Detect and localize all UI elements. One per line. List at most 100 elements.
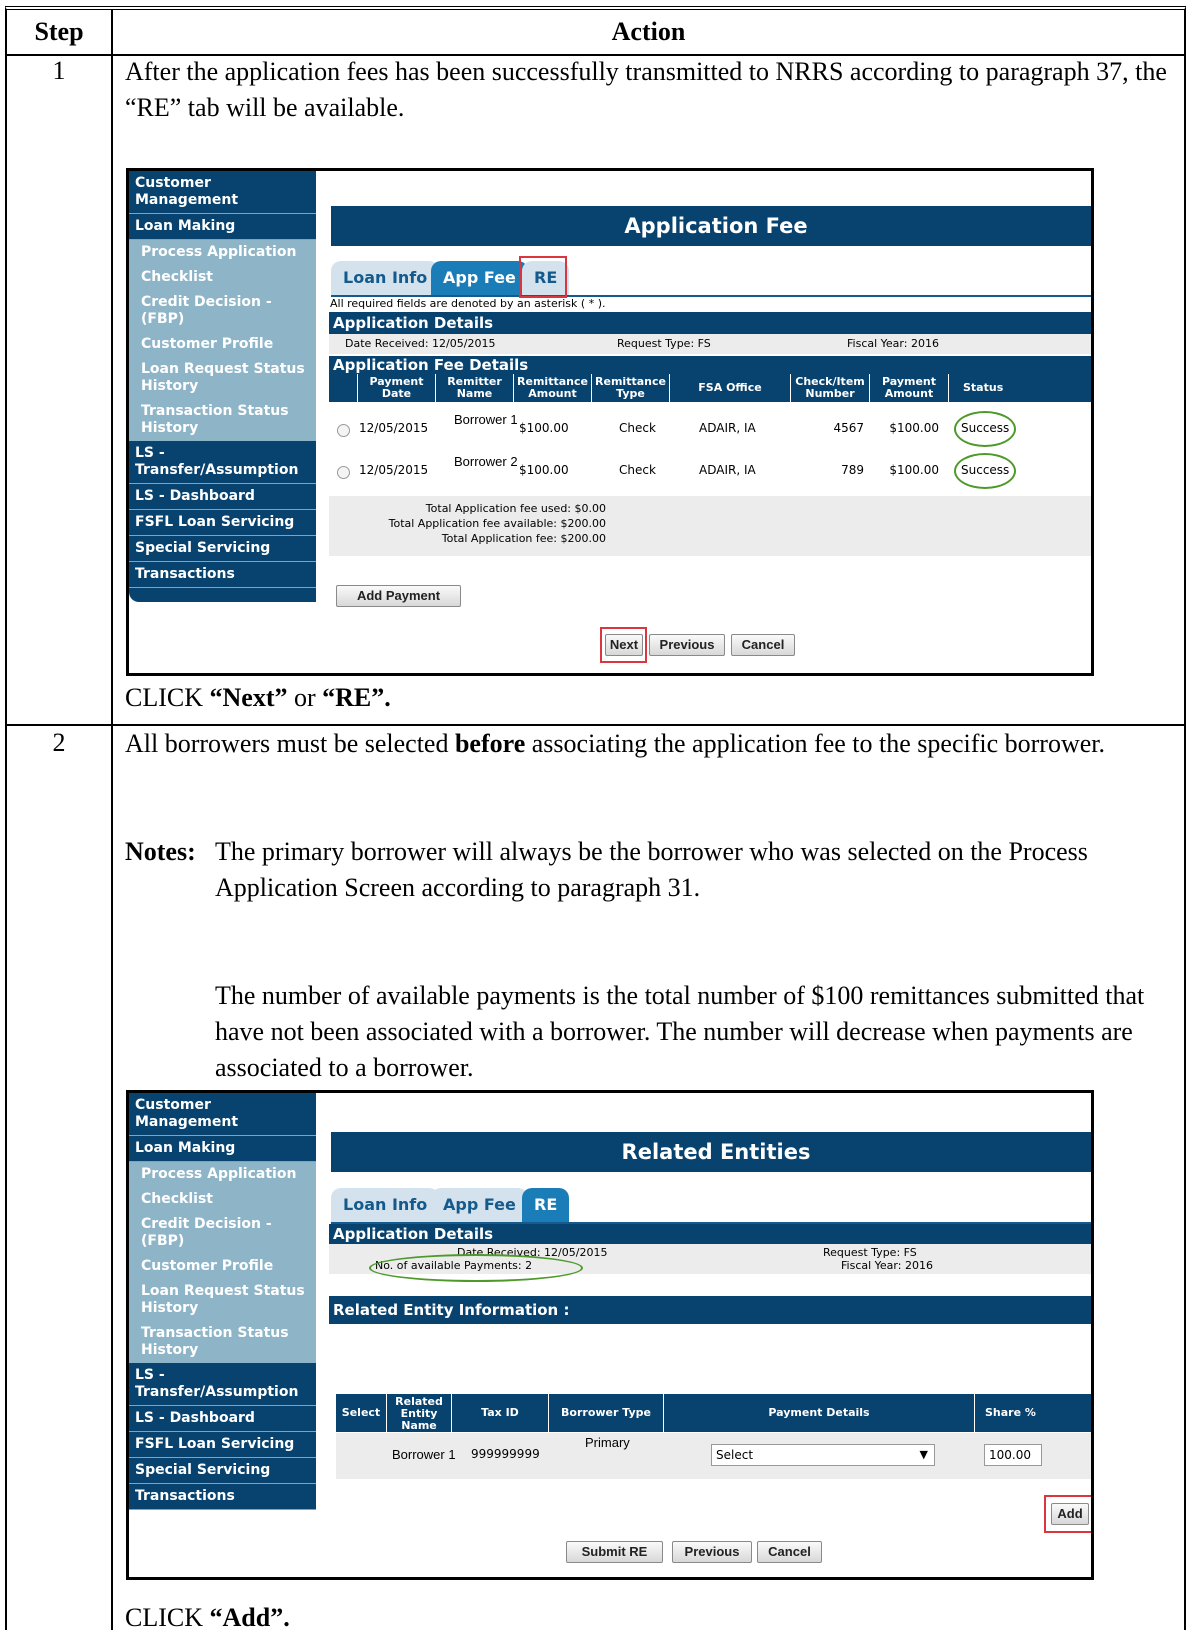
- sidebar-item-ls-transfer[interactable]: LS - Transfer/Assumption: [129, 1363, 316, 1406]
- sidebar-item-special-servicing[interactable]: Special Servicing: [129, 536, 316, 562]
- col-payment-amount: Payment Amount: [870, 374, 948, 402]
- application-details-heading: Application Details: [329, 312, 1091, 334]
- total-fee: Total Application fee: $200.00: [441, 532, 606, 545]
- step-header: Step: [34, 17, 84, 46]
- payment-date: 12/05/2015: [359, 421, 429, 435]
- step-number-1: 1: [52, 56, 66, 85]
- col-remittance-type: Remittance Type: [592, 374, 669, 402]
- share-input[interactable]: 100.00: [984, 1444, 1042, 1466]
- instr-re: “RE”.: [322, 683, 391, 712]
- previous-button[interactable]: Previous: [649, 634, 725, 656]
- tab-app-fee[interactable]: App Fee: [431, 1188, 528, 1222]
- remittance-amount: $100.00: [519, 463, 569, 477]
- date-received: Date Received: 12/05/2015: [345, 337, 496, 350]
- sidebar-item-transactions[interactable]: Transactions: [129, 1484, 316, 1510]
- row-radio[interactable]: [337, 424, 350, 437]
- instr-add: “Add”.: [209, 1603, 290, 1632]
- tab-bar: Loan Info App Fee RE: [331, 261, 1091, 297]
- select-value: Select: [716, 1448, 754, 1462]
- sidebar-item-fsfl[interactable]: FSFL Loan Servicing: [129, 510, 316, 536]
- row-radio[interactable]: [337, 466, 350, 479]
- previous-button[interactable]: Previous: [672, 1541, 752, 1563]
- required-note: All required fields are denoted by an as…: [330, 297, 606, 310]
- cancel-button[interactable]: Cancel: [731, 634, 795, 656]
- sidebar-item-ls-dashboard[interactable]: LS - Dashboard: [129, 484, 316, 510]
- col-payment-details: Payment Details: [664, 1394, 974, 1432]
- check-number: 789: [841, 463, 864, 477]
- tab-loan-info[interactable]: Loan Info: [331, 1188, 440, 1222]
- sidebar-item-process-application[interactable]: Process Application: [129, 1162, 316, 1187]
- col-tax-id: Tax ID: [452, 1394, 548, 1432]
- step2-instruction: CLICK “Add”.: [125, 1600, 1168, 1636]
- sidebar-item-customer-profile[interactable]: Customer Profile: [129, 1254, 316, 1279]
- sidebar-item-loan-making[interactable]: Loan Making: [129, 214, 316, 240]
- sidebar-item-loan-request-history[interactable]: Loan Request Status History: [129, 1279, 316, 1321]
- table-row[interactable]: Borrower 1 999999999 Primary Select ▼ 10…: [336, 1433, 1091, 1479]
- payment-amount: $100.00: [889, 421, 939, 435]
- sidebar-item-checklist[interactable]: Checklist: [129, 1187, 316, 1212]
- highlight-status-2: [954, 453, 1016, 489]
- sidebar-item-process-application[interactable]: Process Application: [129, 240, 316, 265]
- tab-app-fee[interactable]: App Fee: [431, 261, 528, 295]
- instr-prefix: CLICK: [125, 1603, 210, 1632]
- sidebar-item-credit-decision[interactable]: Credit Decision - (FBP): [129, 290, 316, 332]
- col-share: Share %: [975, 1394, 1091, 1432]
- sidebar-item-transaction-status-history[interactable]: Transaction Status History: [129, 1321, 316, 1363]
- cancel-button[interactable]: Cancel: [757, 1541, 822, 1563]
- sidebar-item-ls-transfer[interactable]: LS - Transfer/Assumption: [129, 441, 316, 484]
- totals-box: Total Application fee used: $0.00 Total …: [329, 496, 1091, 556]
- request-type: Request Type: FS: [617, 337, 711, 350]
- application-details-row: Date Received: 12/05/2015 Request Type: …: [329, 334, 1091, 354]
- screenshot-application-fee: Customer Management Loan Making Process …: [126, 168, 1094, 676]
- step2-text: All borrowers must be selected before as…: [125, 726, 1168, 762]
- tab-re[interactable]: RE: [522, 1188, 570, 1222]
- sidebar-item-transactions[interactable]: Transactions: [129, 562, 316, 588]
- tab-bar: Loan Info App Fee RE: [331, 1188, 1091, 1224]
- note-1-text: The primary borrower will always be the …: [215, 837, 1088, 902]
- instr-mid: or: [287, 683, 323, 712]
- col-radio: [329, 374, 357, 402]
- add-payment-button[interactable]: Add Payment: [336, 585, 461, 607]
- col-check-number: Check/Item Number: [791, 374, 869, 402]
- payment-date: 12/05/2015: [359, 463, 429, 477]
- fiscal-year: Fiscal Year: 2016: [847, 337, 939, 350]
- sidebar-item-credit-decision[interactable]: Credit Decision - (FBP): [129, 1212, 316, 1254]
- tab-loan-info[interactable]: Loan Info: [331, 261, 440, 295]
- sidebar-item-transaction-status-history[interactable]: Transaction Status History: [129, 399, 316, 441]
- sidebar-item-customer-profile[interactable]: Customer Profile: [129, 332, 316, 357]
- col-remittance-amount: Remittance Amount: [514, 374, 591, 402]
- sidebar-item-special-servicing[interactable]: Special Servicing: [129, 1458, 316, 1484]
- sidebar-item-checklist[interactable]: Checklist: [129, 265, 316, 290]
- fiscal-year: Fiscal Year: 2016: [841, 1259, 933, 1272]
- sidebar-item-customer-management[interactable]: Customer Management: [129, 171, 316, 214]
- sidebar-item-loan-request-history[interactable]: Loan Request Status History: [129, 357, 316, 399]
- submit-re-button[interactable]: Submit RE: [566, 1541, 663, 1563]
- total-available: Total Application fee available: $200.00: [388, 517, 606, 530]
- tax-id: 999999999: [471, 1447, 540, 1461]
- col-status: Status: [949, 374, 1091, 402]
- col-payment-date: Payment Date: [358, 374, 435, 402]
- sidebar-item-fsfl[interactable]: FSFL Loan Servicing: [129, 1432, 316, 1458]
- procedure-table: Step Action 1 After the application fees…: [5, 6, 1186, 1632]
- sidebar-item-loan-making[interactable]: Loan Making: [129, 1136, 316, 1162]
- step2-text-a: All borrowers must be selected: [125, 729, 455, 758]
- sidebar-item-ls-dashboard[interactable]: LS - Dashboard: [129, 1406, 316, 1432]
- sidebar-item-customer-management[interactable]: Customer Management: [129, 1093, 316, 1136]
- remittance-type: Check: [619, 421, 656, 435]
- highlight-re-tab: [519, 256, 567, 298]
- col-remitter-name: Remitter Name: [436, 374, 513, 402]
- instr-next: “Next”: [209, 683, 288, 712]
- highlight-available-payments: [369, 1254, 583, 1282]
- sidebar-menu: Customer Management Loan Making Process …: [129, 171, 316, 602]
- step1-text: After the application fees has been succ…: [125, 57, 1167, 122]
- step1-instruction: CLICK “Next” or “RE”.: [125, 680, 1168, 716]
- column-divider: [111, 10, 113, 1630]
- payment-details-select[interactable]: Select ▼: [711, 1444, 935, 1466]
- application-details-heading: Application Details: [329, 1224, 1091, 1244]
- note-2: The number of available payments is the …: [215, 981, 1145, 1082]
- action-header: Action: [611, 17, 686, 46]
- check-number: 4567: [833, 421, 864, 435]
- step2-text-c: associating the application fee to the s…: [525, 729, 1105, 758]
- screenshot-related-entities: Customer Management Loan Making Process …: [126, 1090, 1094, 1580]
- col-select: Select: [336, 1394, 386, 1432]
